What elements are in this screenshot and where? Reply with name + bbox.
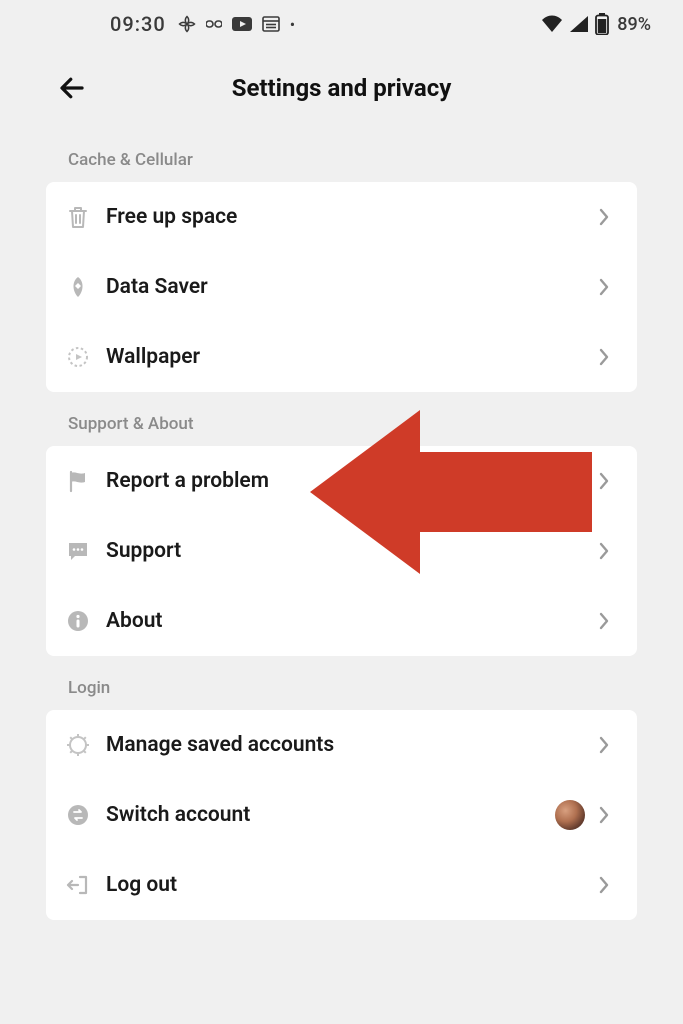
row-wallpaper[interactable]: Wallpaper — [46, 322, 637, 392]
row-log-out[interactable]: Log out — [46, 850, 637, 920]
chevron-right-icon — [593, 206, 615, 228]
row-label: Report a problem — [106, 469, 593, 493]
row-switch-account[interactable]: Switch account — [46, 780, 637, 850]
chevron-right-icon — [593, 804, 615, 826]
avatar — [555, 800, 585, 830]
row-label: About — [106, 609, 593, 633]
page-title: Settings and privacy — [0, 74, 683, 102]
section-cache: Free up space Data Saver Wallpaper — [46, 182, 637, 392]
back-button[interactable] — [48, 64, 96, 112]
dot-icon: • — [290, 15, 295, 34]
row-label: Log out — [106, 873, 593, 897]
chevron-right-icon — [593, 470, 615, 492]
chevron-right-icon — [593, 346, 615, 368]
row-report-a-problem[interactable]: Report a problem — [46, 446, 637, 516]
gear-outline-icon — [64, 731, 92, 759]
link-icon — [206, 19, 222, 29]
section-label-login: Login — [0, 656, 683, 710]
status-bar: 09:30 • 89% — [0, 0, 683, 48]
trash-icon — [64, 203, 92, 231]
section-support: Report a problem Support About — [46, 446, 637, 656]
pinwheel-icon — [178, 15, 196, 33]
chevron-right-icon — [593, 276, 615, 298]
battery-percentage: 89% — [617, 14, 651, 35]
logout-icon — [64, 871, 92, 899]
flag-icon — [64, 467, 92, 495]
switch-icon — [64, 801, 92, 829]
row-label: Free up space — [106, 205, 593, 229]
arrow-left-icon — [57, 73, 87, 103]
row-label: Manage saved accounts — [106, 733, 593, 757]
wallpaper-icon — [64, 343, 92, 371]
section-label-cache: Cache & Cellular — [0, 128, 683, 182]
settings-screen: 09:30 • 89% — [0, 0, 683, 1024]
section-login: Manage saved accounts Switch account — [46, 710, 637, 920]
content: Cache & Cellular Free up space Data Save… — [0, 128, 683, 920]
youtube-icon — [232, 17, 252, 31]
row-label: Wallpaper — [106, 345, 593, 369]
section-label-support: Support & About — [0, 392, 683, 446]
row-about[interactable]: About — [46, 586, 637, 656]
row-data-saver[interactable]: Data Saver — [46, 252, 637, 322]
row-label: Switch account — [106, 803, 555, 827]
data-saver-icon — [64, 273, 92, 301]
chevron-right-icon — [593, 540, 615, 562]
chevron-right-icon — [593, 874, 615, 896]
row-label: Support — [106, 539, 593, 563]
news-icon — [262, 16, 280, 32]
row-label: Data Saver — [106, 275, 593, 299]
header: Settings and privacy — [0, 48, 683, 128]
row-free-up-space[interactable]: Free up space — [46, 182, 637, 252]
chevron-right-icon — [593, 610, 615, 632]
status-icons-right: 89% — [541, 13, 651, 35]
wifi-icon — [541, 15, 563, 33]
battery-icon — [595, 13, 609, 35]
status-time: 09:30 — [110, 12, 166, 36]
signal-icon — [569, 15, 589, 33]
chevron-right-icon — [593, 734, 615, 756]
chat-icon — [64, 537, 92, 565]
row-support[interactable]: Support — [46, 516, 637, 586]
row-manage-saved-accounts[interactable]: Manage saved accounts — [46, 710, 637, 780]
info-icon — [64, 607, 92, 635]
status-icons-left: • — [178, 15, 295, 34]
